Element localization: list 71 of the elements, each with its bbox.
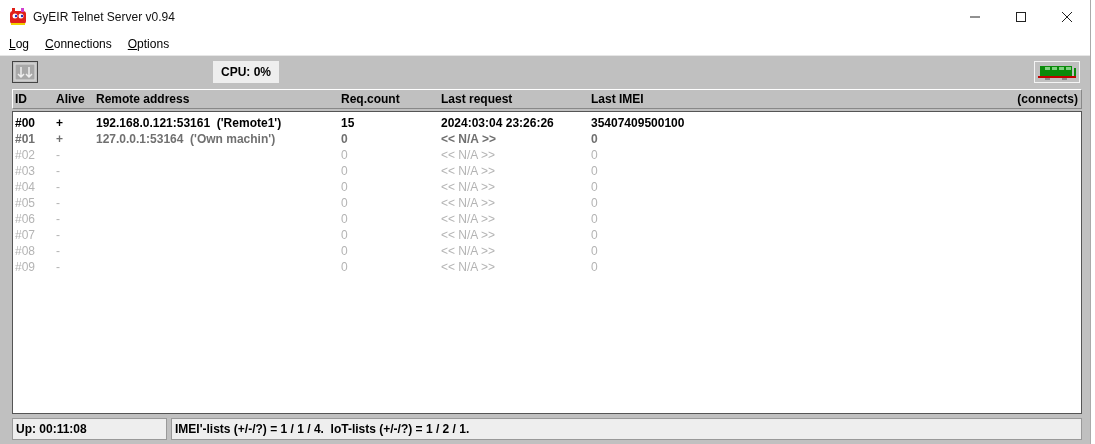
railcar-icon[interactable]	[1034, 61, 1080, 83]
window-title: GyEIR Telnet Server v0.94	[33, 9, 175, 24]
app-icon	[9, 7, 27, 26]
table-cell: 0	[591, 260, 598, 274]
table-cell: 0	[591, 180, 598, 194]
column-header: Req.count	[341, 92, 401, 106]
table-cell: 0	[591, 212, 598, 226]
table-cell: 0	[341, 228, 348, 242]
column-header: Alive	[56, 92, 86, 106]
table-cell: 0	[591, 148, 598, 162]
menu-item[interactable]: Options	[127, 37, 170, 51]
table-cell: << N/A >>	[441, 260, 496, 274]
table-cell: 0	[591, 244, 598, 258]
table-cell: << N/A >>	[441, 228, 496, 242]
table-cell: #03	[15, 164, 36, 178]
table-cell: -	[56, 148, 60, 162]
table-cell: 35407409500100	[591, 116, 685, 130]
table-cell: -	[56, 244, 60, 258]
table-cell: << N/A >>	[441, 132, 496, 146]
table-cell: << N/A >>	[441, 196, 496, 210]
table-cell: << N/A >>	[441, 180, 496, 194]
table-cell: #05	[15, 196, 36, 210]
table-cell: -	[56, 228, 60, 242]
table-cell: #09	[15, 260, 36, 274]
table-cell: 0	[341, 244, 348, 258]
table-cell: #08	[15, 244, 36, 258]
table-cell: 0	[591, 164, 598, 178]
uptime-status: Up: 00:11:08	[12, 418, 167, 440]
table-cell: 0	[341, 148, 348, 162]
table-cell: #06	[15, 212, 36, 226]
column-header: Remote address	[96, 92, 191, 106]
lists-status: IMEI'-lists (+/-/?) = 1 / 1 / 4. IoT-lists (+/-/?) = 1 / 2 / 1.	[171, 418, 1082, 440]
table-cell: +	[56, 116, 63, 130]
table-cell: #02	[15, 148, 36, 162]
table-cell: 0	[341, 180, 348, 194]
table-cell: 2024:03:04 23:26:26	[441, 116, 554, 130]
table-cell: 0	[591, 196, 598, 210]
table-cell: 192.168.0.121:53161 ('Remote1')	[96, 116, 282, 130]
table-cell: 0	[341, 132, 348, 146]
table-cell: +	[56, 132, 63, 146]
menu-item[interactable]: Connections	[45, 37, 112, 51]
close-icon[interactable]	[1061, 10, 1073, 23]
table-cell: -	[56, 180, 60, 194]
table-cell: -	[56, 164, 60, 178]
column-header: Last request	[441, 92, 514, 106]
column-header: Last IMEI	[591, 92, 644, 106]
table-cell: -	[56, 196, 60, 210]
table-cell: 0	[341, 212, 348, 226]
table-cell: 0	[591, 132, 598, 146]
column-header: ID	[15, 92, 28, 106]
table-cell: 0	[341, 260, 348, 274]
table-cell: << N/A >>	[441, 164, 496, 178]
maximize-icon[interactable]	[1015, 10, 1027, 23]
table-cell: 0	[591, 228, 598, 242]
table-cell: 0	[341, 196, 348, 210]
table-cell: #04	[15, 180, 36, 194]
auto-scroll-button[interactable]	[12, 61, 38, 83]
table-cell: 127.0.0.1:53164 ('Own machin')	[96, 132, 276, 146]
column-header: (connects)	[1017, 92, 1079, 106]
table-cell: #01	[15, 132, 36, 146]
cpu-indicator: CPU: 0%	[213, 61, 279, 83]
menu-item[interactable]: Log	[9, 37, 30, 51]
table-cell: -	[56, 260, 60, 274]
table-cell: #00	[15, 116, 36, 130]
table-cell: #07	[15, 228, 36, 242]
table-cell: << N/A >>	[441, 148, 496, 162]
table-cell: << N/A >>	[441, 212, 496, 226]
table-cell: 0	[341, 164, 348, 178]
table-cell: -	[56, 212, 60, 226]
table-cell: 15	[341, 116, 355, 130]
table-cell: << N/A >>	[441, 244, 496, 258]
